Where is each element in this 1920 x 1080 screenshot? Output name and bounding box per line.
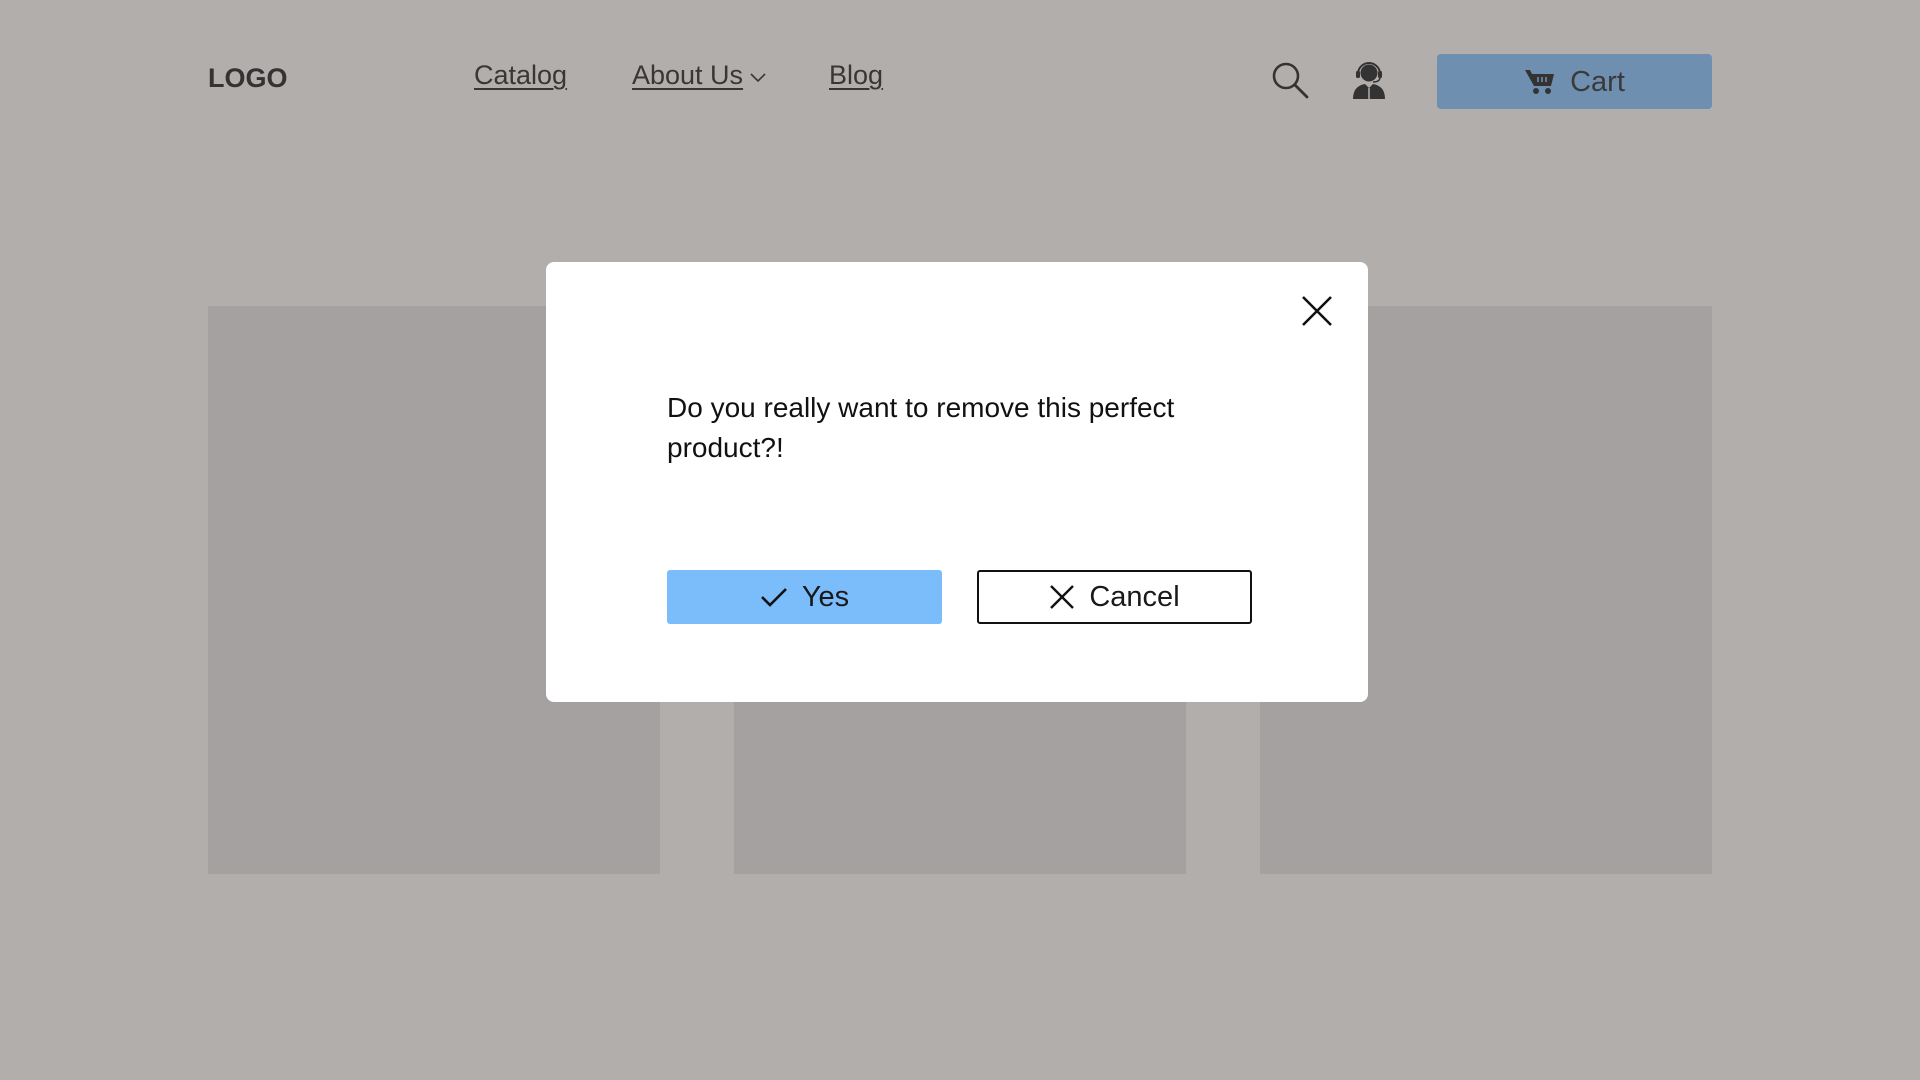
check-icon xyxy=(760,588,787,607)
yes-button[interactable]: Yes xyxy=(667,570,942,624)
dialog-message: Do you really want to remove this perfec… xyxy=(667,392,1175,463)
cart-icon xyxy=(1525,69,1555,94)
close-icon xyxy=(1302,296,1332,326)
cart-button[interactable]: Cart xyxy=(1437,54,1712,109)
yes-label: Yes xyxy=(801,580,850,613)
chevron-down-icon xyxy=(750,73,766,83)
nav-catalog[interactable]: Catalog xyxy=(474,59,567,91)
nav-blog[interactable]: Blog xyxy=(829,59,883,91)
confirm-remove-dialog: Do you really want to remove this perfec… xyxy=(546,262,1368,702)
nav-about-us-label: About Us xyxy=(632,60,744,90)
x-icon xyxy=(1050,585,1075,609)
nav-about-us[interactable]: About Us xyxy=(632,59,767,91)
cancel-button[interactable]: Cancel xyxy=(977,570,1252,624)
cancel-label: Cancel xyxy=(1089,580,1180,613)
close-button[interactable] xyxy=(1300,294,1334,328)
logo[interactable]: LOGO xyxy=(208,62,288,94)
support-button[interactable] xyxy=(1350,60,1388,100)
cart-label: Cart xyxy=(1570,65,1625,98)
search-icon xyxy=(1272,62,1309,99)
search-button[interactable] xyxy=(1270,60,1310,100)
support-agent-icon xyxy=(1353,62,1385,99)
